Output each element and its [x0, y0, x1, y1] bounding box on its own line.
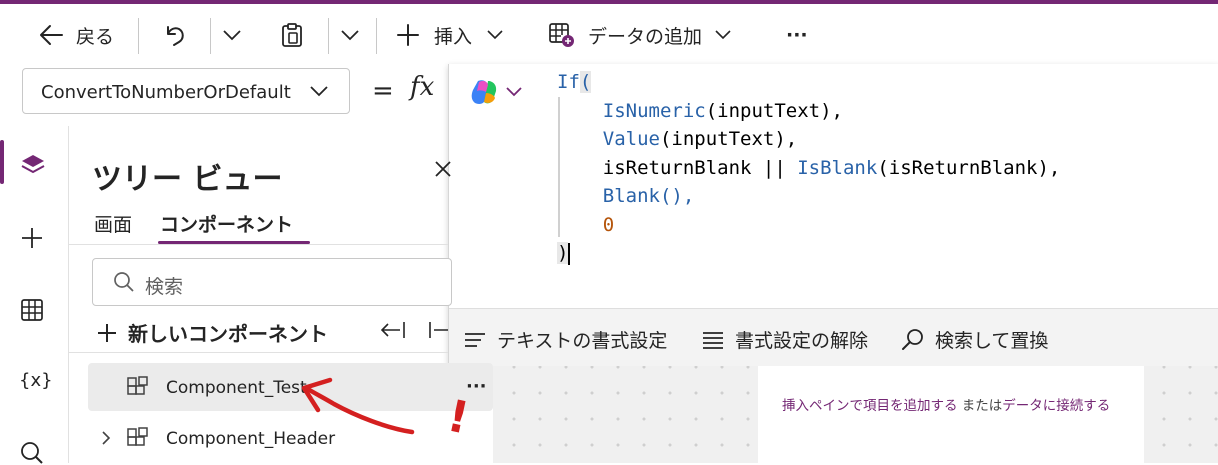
- equals-sign: =: [372, 76, 394, 106]
- search-placeholder: 検索: [145, 276, 184, 298]
- tab-screens[interactable]: 画面: [94, 210, 132, 237]
- tree-item-component-test[interactable]: Component_Test: [126, 376, 307, 400]
- toolbar-divider: [376, 18, 377, 54]
- arrow-left-icon: [38, 24, 64, 46]
- code-value: Value: [602, 128, 660, 150]
- plus-icon: [20, 226, 44, 250]
- chevron-down-icon: [309, 85, 329, 97]
- code-text: isReturnBlank ||: [602, 156, 798, 179]
- insert-label: 挿入: [434, 25, 473, 48]
- tree-view-title: ツリー ビュー: [92, 162, 283, 197]
- undo-icon: [162, 23, 188, 47]
- collapse-left-icon: [380, 320, 406, 340]
- rail-active-indicator: [0, 140, 4, 184]
- component-icon: [126, 376, 150, 400]
- divider: [68, 244, 448, 245]
- add-data-label: データの追加: [588, 25, 703, 48]
- code-text: (inputText),: [659, 128, 798, 150]
- variables-rail-button[interactable]: {x}: [19, 370, 53, 391]
- expand-chevron-button[interactable]: [100, 430, 112, 446]
- format-lines-icon: [463, 330, 487, 350]
- component-icon: [126, 427, 150, 451]
- toolbar-divider: [328, 18, 329, 54]
- copilot-icon: [469, 78, 499, 106]
- search-rail-button[interactable]: [20, 441, 44, 465]
- component-canvas-card[interactable]: 挿入ペインで項目を追加する またはデータに接続する: [758, 366, 1144, 463]
- back-label: 戻る: [76, 25, 115, 48]
- tab-components[interactable]: コンポーネント: [160, 210, 293, 237]
- copilot-button[interactable]: [469, 78, 523, 106]
- chevron-down-icon: [505, 86, 523, 98]
- expand-panel-button[interactable]: [428, 320, 448, 340]
- new-component-button[interactable]: 新しいコンポーネント: [96, 318, 328, 347]
- back-button[interactable]: 戻る: [38, 22, 114, 48]
- new-component-label: 新しいコンポーネント: [128, 322, 328, 346]
- toolbar-divider: [138, 18, 139, 54]
- code-isnumeric: IsNumeric: [602, 99, 706, 122]
- code-if: If: [557, 71, 580, 93]
- format-text-button[interactable]: テキストの書式設定: [463, 326, 667, 353]
- hint-or: または: [957, 398, 1003, 414]
- insert-pane-link[interactable]: 挿入ペインで項目を追加する: [782, 398, 958, 414]
- code-blank: Blank: [602, 185, 660, 207]
- find-replace-button[interactable]: 検索して置換: [901, 326, 1048, 353]
- code-close-paren: ): [557, 242, 569, 264]
- data-rail-button[interactable]: [20, 298, 44, 322]
- code-text: (),: [659, 185, 695, 207]
- property-label: ConvertToNumberOrDefault: [41, 82, 291, 103]
- text-cursor: [568, 242, 571, 265]
- property-dropdown[interactable]: ConvertToNumberOrDefault: [22, 68, 350, 114]
- find-replace-label: 検索して置換: [935, 330, 1049, 352]
- close-icon: [434, 160, 452, 178]
- chevron-down-icon: [714, 29, 732, 41]
- toolbar-divider: [210, 18, 211, 54]
- search-icon: [113, 271, 135, 293]
- plus-icon: [96, 322, 118, 344]
- connect-data-link[interactable]: データに接続する: [1002, 398, 1110, 414]
- code-text: (isReturnBlank),: [877, 156, 1061, 179]
- formula-format-bar: テキストの書式設定 書式設定の解除 検索して置換: [449, 308, 1218, 367]
- plus-icon: [396, 23, 420, 47]
- remove-format-label: 書式設定の解除: [735, 330, 869, 352]
- paste-dropdown-button[interactable]: [340, 22, 360, 48]
- close-panel-button[interactable]: [434, 160, 452, 178]
- chevron-right-icon: [100, 430, 112, 446]
- annotation-arrow: [296, 372, 426, 442]
- lines-icon: [701, 330, 725, 350]
- indent-guide: [558, 97, 560, 237]
- format-text-label: テキストの書式設定: [497, 330, 668, 352]
- search-icon: [20, 441, 44, 465]
- chevron-down-icon: [486, 29, 504, 41]
- undo-button[interactable]: [162, 22, 188, 48]
- insert-button[interactable]: 挿入: [396, 22, 504, 48]
- undo-dropdown-button[interactable]: [222, 22, 242, 48]
- formula-code[interactable]: If( IsNumeric(inputText), Value(inputTex…: [557, 68, 1060, 268]
- tree-view-rail-button[interactable]: [20, 153, 46, 177]
- code-isblank: IsBlank: [797, 156, 878, 179]
- chevron-down-icon: [222, 29, 242, 41]
- code-text: (inputText),: [705, 99, 843, 122]
- search-input[interactable]: 検索: [92, 258, 452, 306]
- clipboard-icon: [280, 22, 304, 48]
- table-add-icon: [548, 22, 576, 48]
- command-bar: 戻る 挿入 データの追加 ···: [0, 4, 1218, 62]
- remove-format-button[interactable]: 書式設定の解除: [701, 326, 868, 353]
- expand-right-icon: [428, 320, 448, 340]
- divider: [68, 352, 448, 353]
- code-number: 0: [602, 213, 615, 236]
- chevron-down-icon: [340, 29, 360, 41]
- insert-rail-button[interactable]: [20, 226, 44, 250]
- paste-button[interactable]: [280, 22, 304, 48]
- fx-icon[interactable]: fx: [410, 72, 434, 102]
- collapse-panel-button[interactable]: [380, 320, 406, 340]
- add-data-button[interactable]: データの追加: [548, 22, 732, 48]
- more-button[interactable]: ···: [786, 22, 808, 48]
- tree-item-label: Component_Test: [166, 378, 307, 398]
- empty-canvas-hint: 挿入ペインで項目を追加する またはデータに接続する: [782, 394, 1110, 414]
- code-open-paren: (: [579, 71, 592, 93]
- layers-icon: [20, 153, 46, 177]
- table-icon: [20, 298, 44, 322]
- search-icon: [901, 328, 925, 352]
